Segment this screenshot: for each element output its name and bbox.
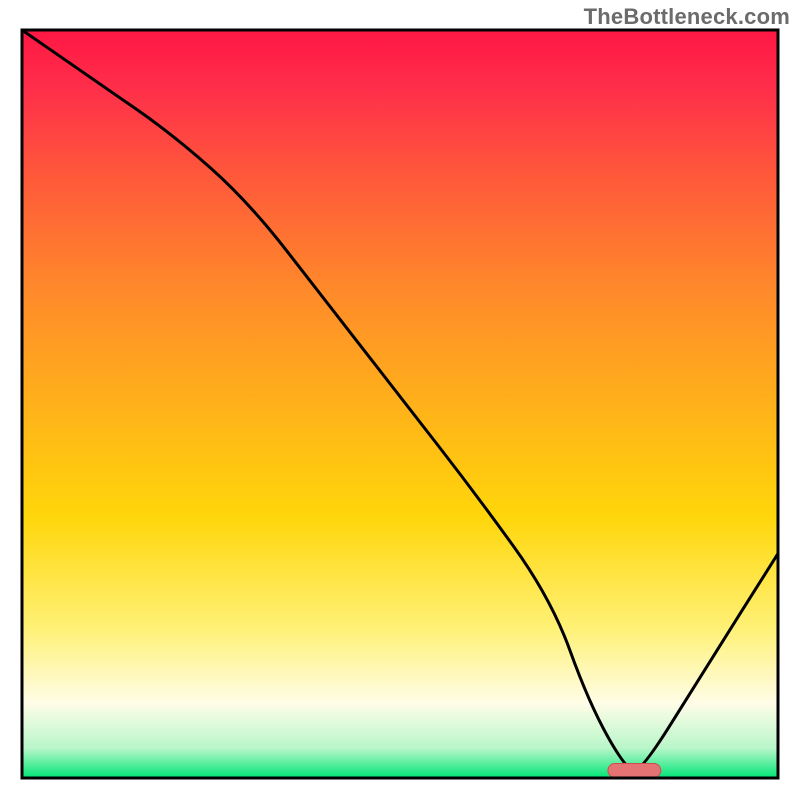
watermark-text: TheBottleneck.com <box>584 4 790 30</box>
gradient-background <box>22 30 778 778</box>
optimal-marker <box>608 764 661 778</box>
plot-area <box>22 30 778 778</box>
chart-container: TheBottleneck.com <box>0 0 800 800</box>
bottleneck-chart <box>0 0 800 800</box>
